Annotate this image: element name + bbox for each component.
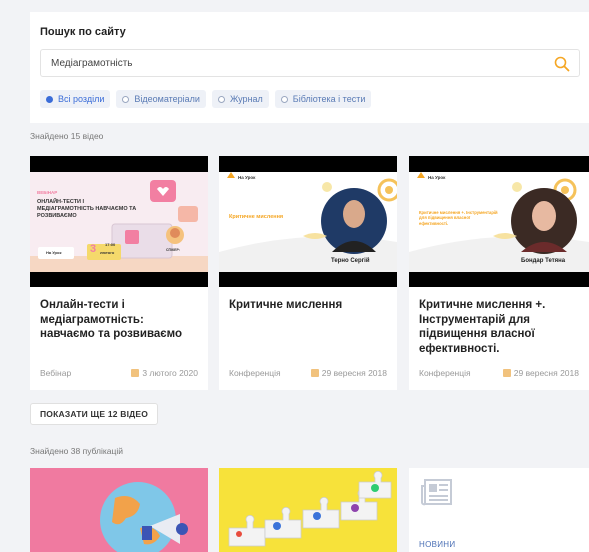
filter-label: Бібліотека і тести: [292, 94, 366, 104]
video-date: 3 лютого 2020: [131, 368, 198, 378]
puzzle-illustration: [228, 470, 392, 547]
filter-label: Всі розділи: [58, 94, 105, 104]
video-type: Конференція: [419, 368, 471, 378]
publication-card[interactable]: [219, 468, 397, 552]
thumb-time: 17:00: [105, 242, 116, 247]
video-type: Вебінар: [40, 368, 72, 378]
thumb-speaker-label: СПІКЕР:: [166, 248, 180, 252]
thumb-logo: На Урок: [46, 250, 62, 255]
publication-tag: НОВИНИ: [419, 540, 456, 549]
video-thumbnail[interactable]: ВЕБІНАР ОНЛАЙН-ТЕСТИ І МЕДІАГРАМОТНІСТЬ …: [30, 156, 208, 287]
filter-label: Журнал: [229, 94, 263, 104]
filter-all-sections[interactable]: Всі розділи: [40, 90, 111, 108]
thumb-logo: На Урок: [428, 175, 446, 180]
search-icon[interactable]: [553, 55, 571, 73]
video-title[interactable]: Критичне мислення: [229, 298, 389, 313]
search-query: Медіаграмотність: [51, 58, 133, 69]
search-input[interactable]: Медіаграмотність: [40, 49, 580, 77]
thumb-day: 3: [90, 243, 97, 255]
filter-label: Відеоматеріали: [134, 94, 200, 104]
video-card[interactable]: На Урок Критичне мислення Терно Сергій К…: [219, 156, 397, 390]
video-thumbnail[interactable]: На Урок Критичне мислення Терно Сергій: [219, 156, 397, 287]
publications-found-count: Знайдено 38 публікацій: [30, 446, 124, 456]
video-date: 29 вересня 2018: [502, 368, 579, 378]
thumb-subtitle: Критичне мислення: [229, 214, 284, 220]
thumb-person-name: Терно Сергій: [331, 258, 370, 264]
webinar-illustration: [30, 172, 208, 272]
video-title[interactable]: Критичне мислення +. Інструментарій для …: [419, 298, 584, 357]
thumb-headline: ОНЛАЙН-ТЕСТИ І МЕДІАГРАМОТНІСТЬ НАВЧАЄМО…: [37, 199, 137, 219]
radio-icon: [217, 95, 225, 103]
video-card[interactable]: На Урок Критичне мислення +. Інструмента…: [409, 156, 589, 390]
calendar-icon: [502, 369, 511, 377]
date-text: 29 вересня 2018: [321, 368, 387, 378]
globe-megaphone-illustration: [100, 482, 188, 552]
radio-icon: [122, 95, 130, 103]
radio-icon: [280, 95, 288, 103]
search-panel: Пошук по сайту Медіаграмотність Всі розд…: [30, 12, 589, 123]
thumb-logo: На Урок: [238, 175, 256, 180]
filter-library-tests[interactable]: Бібліотека і тести: [274, 90, 372, 108]
filter-journal[interactable]: Журнал: [211, 90, 269, 108]
calendar-icon: [310, 369, 319, 377]
radio-icon: [46, 95, 53, 103]
thumb-kicker: ВЕБІНАР: [37, 190, 58, 195]
publication-card[interactable]: [30, 468, 208, 552]
video-title[interactable]: Онлайн-тести і медіаграмотність: навчаєм…: [40, 298, 200, 342]
thumb-person-name: Бондар Тетяна: [521, 258, 566, 264]
filter-video[interactable]: Відеоматеріали: [116, 90, 206, 108]
thumb-subtitle: Критичне мислення +. Інструментарій для …: [419, 210, 498, 226]
search-title: Пошук по сайту: [40, 26, 126, 38]
thumb-month: лютого: [100, 250, 115, 255]
speaker-illustration: [219, 172, 397, 272]
video-date: 29 вересня 2018: [310, 368, 387, 378]
videos-found-count: Знайдено 15 відео: [30, 131, 104, 141]
filter-group: Всі розділи Відеоматеріали Журнал Бібліо…: [40, 90, 372, 108]
video-card[interactable]: ВЕБІНАР ОНЛАЙН-ТЕСТИ І МЕДІАГРАМОТНІСТЬ …: [30, 156, 208, 390]
date-text: 3 лютого 2020: [142, 368, 198, 378]
publication-card[interactable]: НОВИНИ: [409, 468, 589, 552]
date-text: 29 вересня 2018: [513, 368, 579, 378]
newspaper-icon: [421, 479, 452, 506]
show-more-videos-button[interactable]: ПОКАЗАТИ ЩЕ 12 ВІДЕО: [30, 403, 159, 425]
video-thumbnail[interactable]: На Урок Критичне мислення +. Інструмента…: [409, 156, 589, 287]
video-type: Конференція: [229, 368, 281, 378]
calendar-icon: [131, 369, 140, 377]
